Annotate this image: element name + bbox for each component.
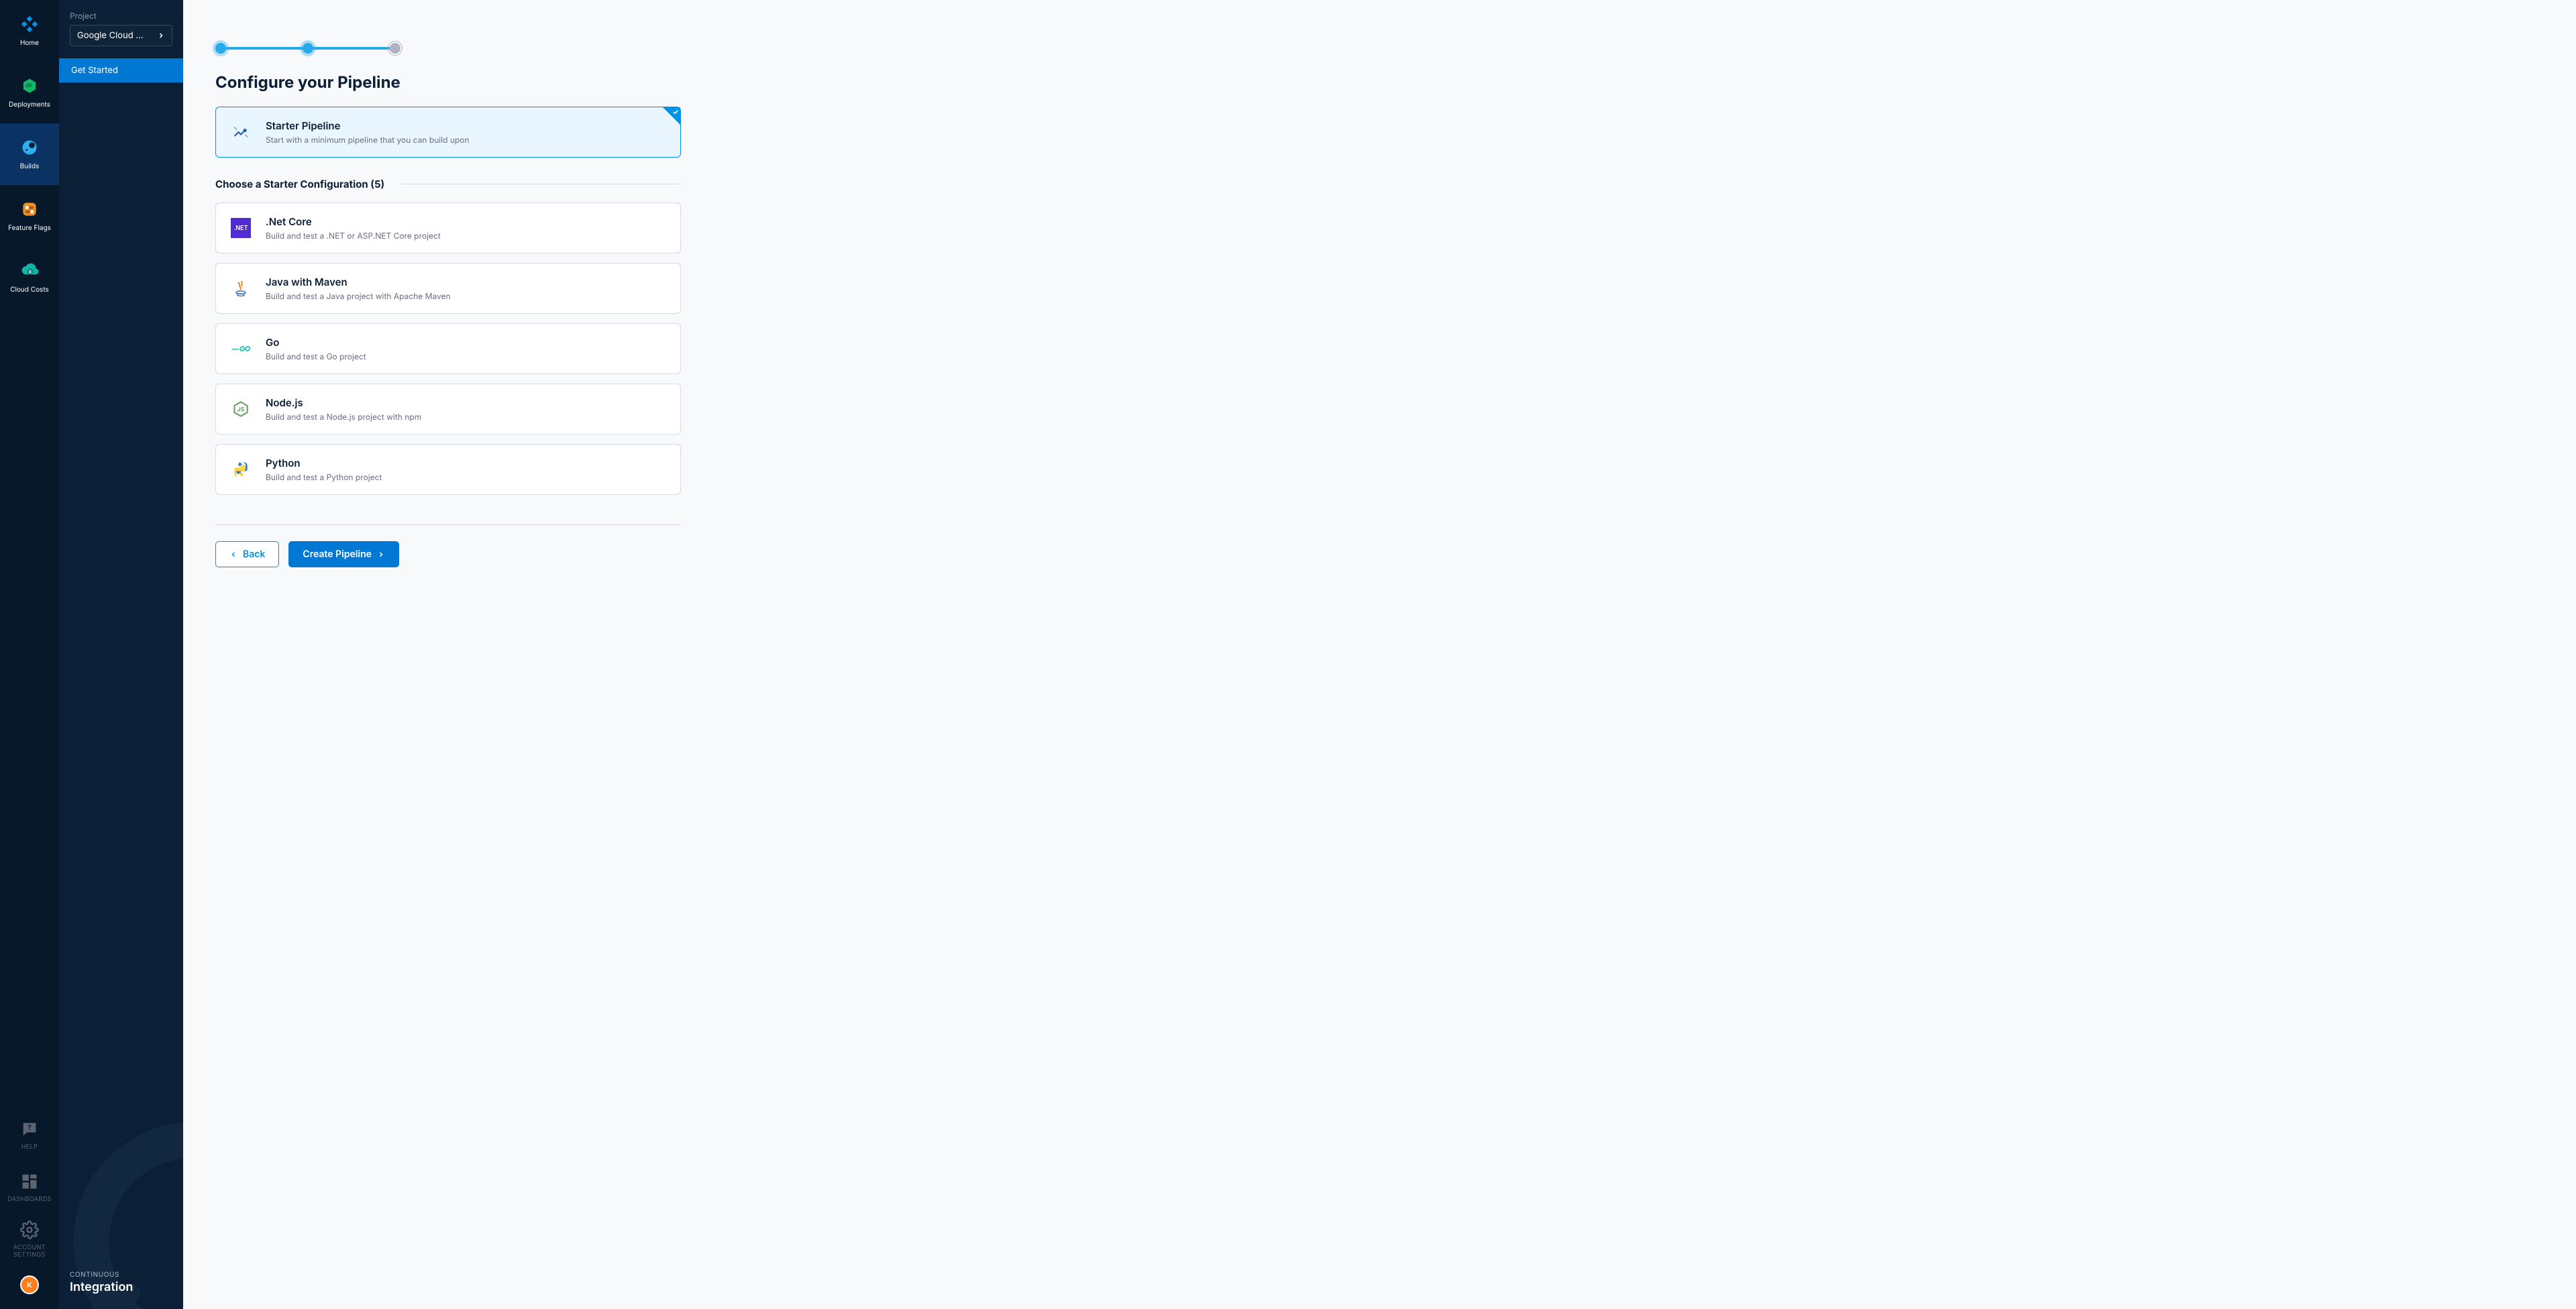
- module-sidebar: Project Google Cloud … Get Started CONTI…: [59, 0, 183, 1309]
- project-selector-label: Project: [70, 11, 172, 21]
- nav-account-settings[interactable]: ACCOUNT SETTINGS: [0, 1214, 59, 1266]
- starter-config-header: Choose a Starter Configuration (5): [215, 178, 681, 190]
- step-bar-2: [313, 47, 390, 50]
- svg-text:?: ?: [28, 1123, 32, 1132]
- nav-builds-label: Builds: [17, 162, 42, 170]
- step-2-dot: [303, 43, 313, 54]
- card-desc: Build and test a .NET or ASP.NET Core pr…: [266, 231, 441, 241]
- card-desc: Build and test a Python project: [266, 472, 382, 482]
- dashboards-icon: [20, 1172, 39, 1191]
- dotnet-icon: .NET: [231, 218, 251, 238]
- back-button[interactable]: Back: [215, 541, 279, 567]
- nav-cloud-costs-label: Cloud Costs: [7, 286, 52, 294]
- help-icon: ?: [20, 1120, 39, 1139]
- config-option-go[interactable]: GO Go Build and test a Go project: [215, 323, 681, 374]
- card-title: Python: [266, 457, 382, 469]
- sidebar-link-label: Get Started: [71, 65, 118, 76]
- nodejs-icon: JS: [231, 399, 251, 419]
- primary-nav-rail: Home Deployments Builds Feature Flags $ …: [0, 0, 59, 1309]
- card-desc: Build and test a Java project with Apach…: [266, 291, 451, 301]
- svg-text:$: $: [29, 270, 32, 275]
- card-title: Go: [266, 336, 366, 349]
- java-icon: [231, 278, 251, 298]
- nav-feature-flags[interactable]: Feature Flags: [0, 185, 59, 247]
- card-desc: Build and test a Node.js project with np…: [266, 412, 421, 422]
- dotnet-icon-text: .NET: [233, 225, 248, 232]
- card-title: .Net Core: [266, 215, 441, 228]
- create-button-label: Create Pipeline: [303, 549, 372, 560]
- chevron-left-icon: [229, 551, 237, 559]
- svg-text:JS: JS: [237, 407, 245, 414]
- step-bar-1: [226, 47, 303, 50]
- nav-feature-flags-label: Feature Flags: [5, 224, 54, 232]
- nav-deployments-label: Deployments: [6, 101, 53, 109]
- starter-pipeline-icon: [231, 122, 251, 142]
- wizard-stepper: [215, 43, 681, 54]
- config-option-python[interactable]: Python Build and test a Python project: [215, 444, 681, 495]
- card-desc: Build and test a Go project: [266, 351, 366, 361]
- nav-home-label: Home: [17, 39, 42, 47]
- step-3-dot: [390, 43, 400, 54]
- sidebar-link-get-started[interactable]: Get Started: [59, 58, 183, 82]
- go-icon: GO: [231, 339, 251, 359]
- card-title: Starter Pipeline: [266, 119, 470, 132]
- module-title: Integration: [70, 1280, 172, 1294]
- page-title: Configure your Pipeline: [215, 72, 681, 92]
- project-selector-value: Google Cloud …: [77, 30, 144, 41]
- wizard-footer: Back Create Pipeline: [215, 524, 681, 567]
- chevron-right-icon: [157, 32, 165, 40]
- avatar[interactable]: K: [20, 1275, 39, 1294]
- builds-icon: [20, 138, 39, 157]
- nav-help-label: HELP: [19, 1144, 41, 1151]
- config-option-nodejs[interactable]: JS Node.js Build and test a Node.js proj…: [215, 384, 681, 435]
- config-option-java-maven[interactable]: Java with Maven Build and test a Java pr…: [215, 263, 681, 314]
- project-selector[interactable]: Google Cloud …: [70, 25, 172, 46]
- deployments-icon: [20, 76, 39, 95]
- module-kicker: CONTINUOUS: [70, 1271, 172, 1279]
- nav-account-settings-label: ACCOUNT SETTINGS: [0, 1245, 59, 1259]
- pipeline-type-starter[interactable]: Starter Pipeline Start with a minimum pi…: [215, 107, 681, 158]
- chevron-right-icon: [377, 551, 385, 559]
- section-label: Choose a Starter Configuration (5): [215, 178, 384, 190]
- feature-flags-icon: [20, 200, 39, 219]
- main-content: Configure your Pipeline Starter Pipeline…: [183, 0, 2576, 1309]
- nav-home[interactable]: Home: [0, 0, 59, 62]
- nav-deployments[interactable]: Deployments: [0, 62, 59, 123]
- selected-corner-badge: [663, 107, 680, 125]
- card-title: Java with Maven: [266, 276, 451, 288]
- card-desc: Start with a minimum pipeline that you c…: [266, 135, 470, 145]
- card-title: Node.js: [266, 396, 421, 409]
- nav-help[interactable]: ? HELP: [0, 1109, 59, 1161]
- nav-dashboards-label: DASHBOARDS: [5, 1196, 54, 1204]
- nav-avatar[interactable]: K: [0, 1266, 59, 1304]
- nav-dashboards[interactable]: DASHBOARDS: [0, 1161, 59, 1214]
- step-1-dot: [215, 43, 226, 54]
- back-button-label: Back: [243, 549, 265, 560]
- config-option-dotnet[interactable]: .NET .Net Core Build and test a .NET or …: [215, 203, 681, 253]
- create-pipeline-button[interactable]: Create Pipeline: [288, 541, 399, 567]
- nav-cloud-costs[interactable]: $ Cloud Costs: [0, 247, 59, 308]
- go-icon-text: GO: [239, 344, 250, 353]
- harness-logo-icon: [20, 15, 39, 34]
- avatar-initial: K: [27, 1280, 32, 1290]
- settings-gear-icon: [20, 1220, 39, 1239]
- module-footer: CONTINUOUS Integration: [59, 1259, 183, 1309]
- python-icon: [231, 459, 251, 479]
- cloud-costs-icon: $: [20, 262, 39, 280]
- nav-builds[interactable]: Builds: [0, 123, 59, 185]
